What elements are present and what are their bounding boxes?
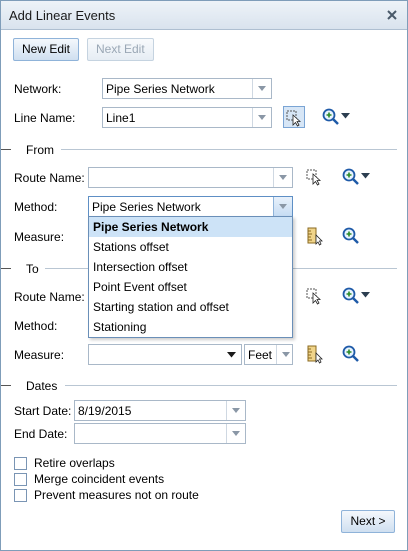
network-value: Pipe Series Network (106, 82, 215, 96)
to-measure-input[interactable] (88, 344, 242, 365)
to-heading: To (26, 262, 39, 276)
from-section-rule (61, 149, 397, 150)
dates-section-rule (65, 385, 397, 386)
prevent-measures-checkbox[interactable] (14, 489, 27, 502)
add-linear-events-panel: Add Linear Events New Edit Next Edit Net… (0, 0, 408, 551)
retire-overlaps-checkbox[interactable] (14, 457, 27, 470)
method-option[interactable]: Point Event offset (89, 277, 292, 297)
to-measure-label: Measure: (14, 348, 65, 362)
from-method-value: Pipe Series Network (92, 200, 201, 214)
chevron-down-icon[interactable] (252, 79, 271, 98)
close-icon[interactable] (385, 8, 399, 22)
map-select-icon[interactable] (305, 286, 325, 306)
measure-ruler-icon[interactable] (305, 226, 325, 246)
zoom-dropdown-chevron-icon[interactable] (361, 173, 370, 179)
prevent-measures-label: Prevent measures not on route (34, 488, 199, 502)
start-date-picker[interactable]: 8/19/2015 (74, 400, 246, 421)
to-route-label: Route Name: (14, 290, 85, 304)
merge-coincident-checkbox[interactable] (14, 473, 27, 486)
next-edit-button[interactable]: Next Edit (87, 38, 154, 61)
line-name-label: Line Name: (14, 111, 76, 125)
network-label: Network: (14, 82, 62, 96)
method-option[interactable]: Stations offset (89, 237, 292, 257)
from-method-select[interactable]: Pipe Series Network (88, 196, 293, 217)
chevron-down-icon[interactable] (226, 401, 245, 420)
zoom-to-icon[interactable] (341, 344, 361, 364)
from-section-dash (1, 149, 11, 150)
measure-ruler-icon[interactable] (305, 344, 325, 364)
chevron-down-icon[interactable] (273, 197, 292, 216)
retire-overlaps-label: Retire overlaps (34, 456, 115, 470)
map-select-icon[interactable] (305, 167, 325, 187)
from-measure-label: Measure: (14, 230, 65, 244)
to-section-dash (1, 268, 11, 269)
chevron-down-icon[interactable] (276, 345, 292, 364)
start-date-label: Start Date: (14, 404, 72, 418)
line-name-value: Line1 (106, 111, 136, 125)
merge-coincident-label: Merge coincident events (34, 472, 165, 486)
dates-section-dash (1, 385, 11, 386)
method-option[interactable]: Pipe Series Network (89, 217, 292, 237)
chevron-down-icon[interactable] (273, 168, 292, 187)
map-select-icon (286, 110, 302, 127)
zoom-dropdown-chevron-icon[interactable] (361, 292, 370, 298)
line-name-select[interactable]: Line1 (102, 107, 272, 128)
zoom-to-icon[interactable] (321, 107, 341, 127)
network-select[interactable]: Pipe Series Network (102, 78, 272, 99)
from-heading: From (26, 143, 54, 157)
method-option[interactable]: Stationing (89, 317, 292, 337)
zoom-dropdown-chevron-icon[interactable] (341, 113, 350, 119)
from-route-select[interactable] (88, 167, 293, 188)
end-date-label: End Date: (14, 427, 68, 441)
chevron-down-icon[interactable] (227, 352, 236, 358)
method-option[interactable]: Intersection offset (89, 257, 292, 277)
zoom-to-icon[interactable] (341, 167, 361, 187)
to-method-label: Method: (14, 319, 58, 333)
from-route-label: Route Name: (14, 171, 85, 185)
zoom-to-icon[interactable] (341, 286, 361, 306)
start-date-value: 8/19/2015 (78, 404, 132, 418)
window-title: Add Linear Events (9, 8, 116, 23)
zoom-to-icon[interactable] (341, 226, 361, 246)
dates-heading: Dates (26, 379, 58, 393)
to-units-select[interactable]: Feet (244, 344, 293, 365)
title-bar: Add Linear Events (1, 1, 407, 30)
method-dropdown-list: Pipe Series Network Stations offset Inte… (88, 216, 293, 338)
to-units-value: Feet (248, 348, 273, 362)
end-date-picker[interactable] (74, 423, 246, 444)
method-option[interactable]: Starting station and offset (89, 297, 292, 317)
select-line-on-map-button[interactable] (283, 106, 305, 128)
chevron-down-icon[interactable] (252, 108, 271, 127)
next-button[interactable]: Next > (341, 510, 395, 533)
chevron-down-icon[interactable] (226, 424, 245, 443)
new-edit-button[interactable]: New Edit (13, 38, 80, 61)
from-method-label: Method: (14, 200, 58, 214)
